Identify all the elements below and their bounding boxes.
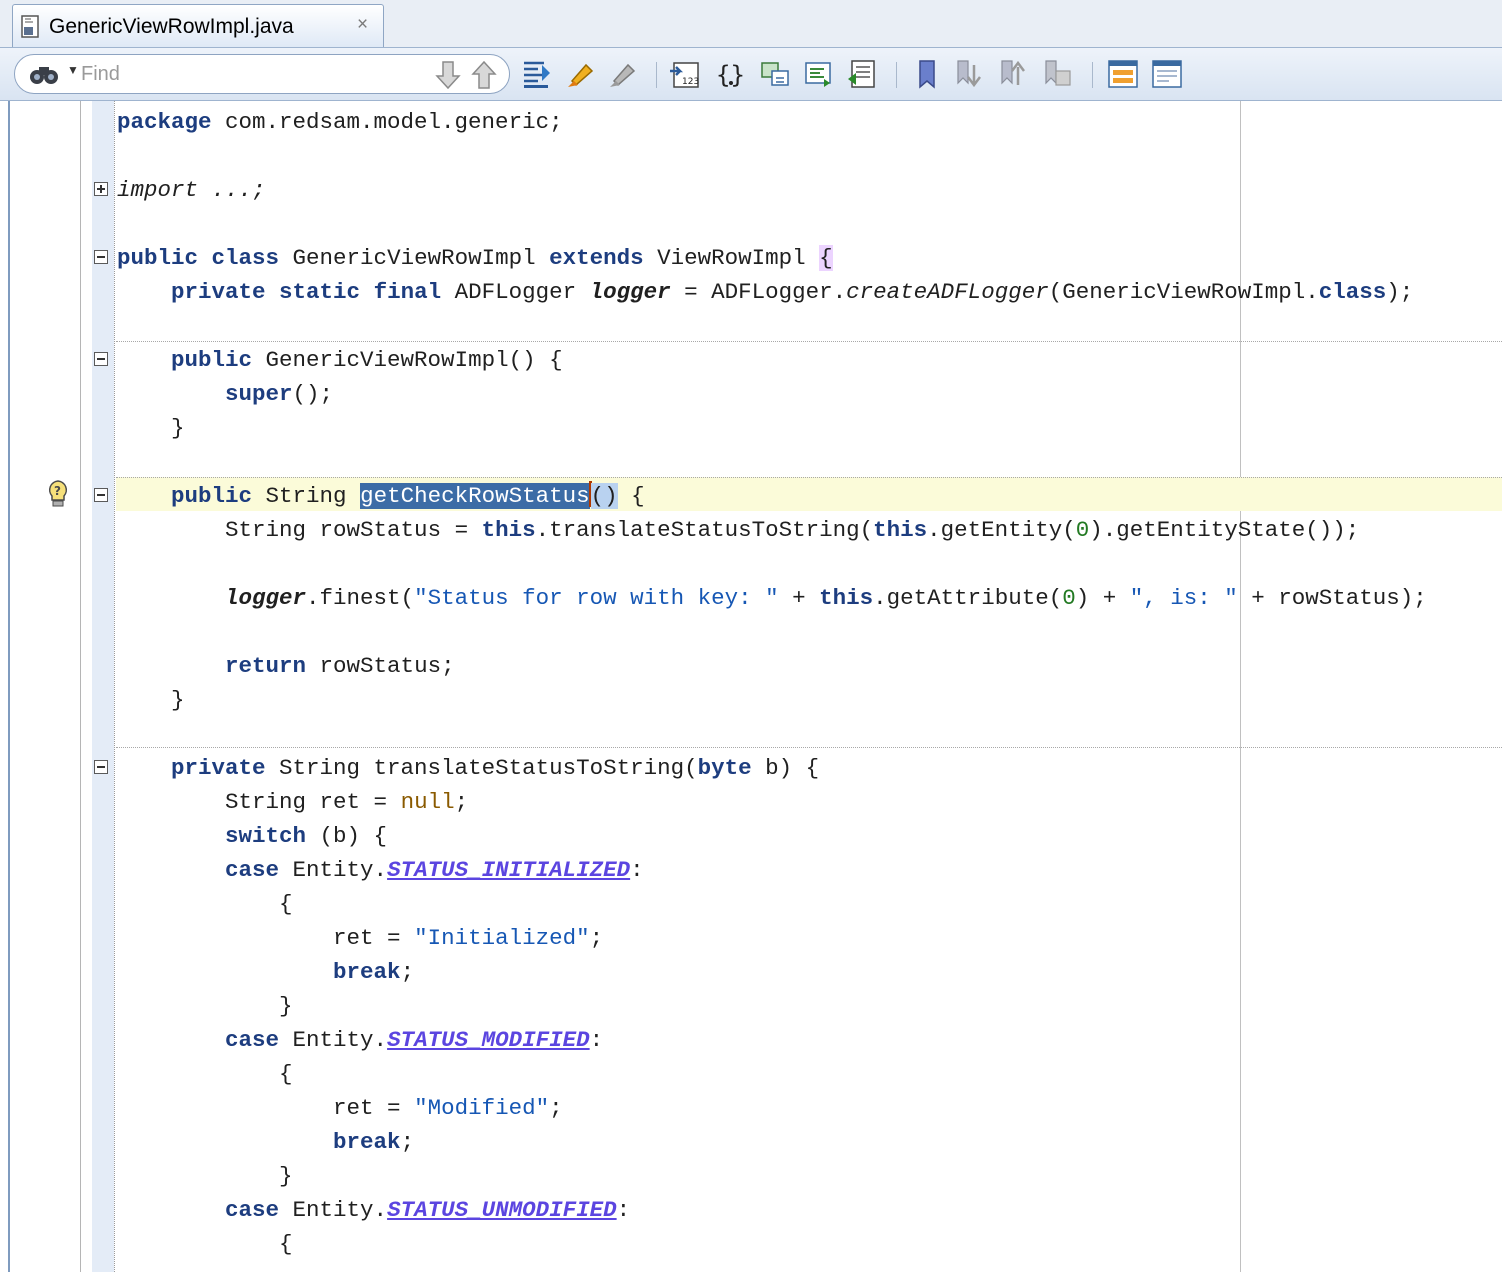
toolbar-separator (896, 62, 897, 88)
code-line-super: super(); (225, 381, 334, 407)
code-line-switch: switch (b) { (225, 823, 388, 849)
code-line-case-modified: case Entity.STATUS_MODIFIED: (225, 1027, 604, 1053)
method-separator (116, 747, 1502, 748)
code-line-class-decl: public class GenericViewRowImpl extends … (117, 245, 833, 271)
next-change-icon[interactable] (802, 57, 836, 91)
toolbar-separator (656, 62, 657, 88)
gutter-divider (80, 101, 81, 1272)
code-line-ctor-decl: public GenericViewRowImpl() { (171, 347, 563, 373)
code-line-open-brace: { (279, 891, 293, 917)
code-line-open-brace: { (279, 1231, 293, 1257)
code-line-getter-decl: public String getCheckRowStatus() { (171, 481, 645, 509)
collapse-translate-icon[interactable] (94, 760, 108, 774)
code-line-translate-decl: private String translateStatusToString(b… (171, 755, 820, 781)
editor-left-border (8, 101, 10, 1272)
code-line-case-unmodified: case Entity.STATUS_UNMODIFIED: (225, 1197, 631, 1223)
code-line-ret-decl: String ret = null; (225, 789, 469, 815)
code-line-break: break; (333, 959, 415, 985)
code-line-case-initialized: case Entity.STATUS_INITIALIZED: (225, 857, 644, 883)
brace-match-icon[interactable]: {} (714, 57, 748, 91)
code-editor[interactable]: ? package com.redsam.model.generic; impo… (0, 101, 1502, 1272)
method-separator (116, 341, 1502, 342)
goto-last-edit-icon[interactable] (846, 57, 880, 91)
clear-highlight-icon[interactable] (606, 57, 640, 91)
fold-guide (114, 101, 115, 1272)
bookmark-icon[interactable] (910, 57, 944, 91)
find-options-dropdown-icon[interactable]: ▼ (67, 63, 79, 77)
next-bookmark-icon[interactable] (952, 57, 986, 91)
highlight-occurrences-icon[interactable] (520, 57, 554, 91)
code-line-import: import ...; (117, 177, 266, 203)
clear-bookmarks-icon[interactable] (1040, 57, 1074, 91)
editor-toolbar: ▼ 123 {} (0, 48, 1502, 101)
code-line-logger-call: logger.finest("Status for row with key: … (225, 585, 1427, 611)
code-line-open-brace: { (279, 1061, 293, 1087)
collapse-getter-icon[interactable] (94, 488, 108, 502)
fold-column (92, 101, 114, 1272)
code-line-close-brace: } (171, 687, 185, 713)
collapse-class-icon[interactable] (94, 250, 108, 264)
code-line-break: break; (333, 1129, 415, 1155)
code-line-close-brace: } (279, 1163, 293, 1189)
previous-bookmark-icon[interactable] (996, 57, 1030, 91)
split-editor-icon[interactable] (1106, 57, 1140, 91)
highlight-icon[interactable] (564, 57, 598, 91)
code-line-package: package com.redsam.model.generic; (117, 109, 563, 135)
binoculars-icon[interactable] (29, 63, 59, 85)
editor-tab-strip: GenericViewRowImpl.java × (0, 0, 1502, 48)
find-input[interactable] (81, 61, 431, 87)
expand-import-icon[interactable] (94, 182, 108, 196)
method-separator (116, 477, 1502, 478)
java-file-icon (21, 15, 39, 38)
collapse-constructor-icon[interactable] (94, 352, 108, 366)
code-line-return: return rowStatus; (225, 653, 455, 679)
lightbulb-icon[interactable]: ? (46, 479, 70, 509)
code-line-ret-modified: ret = "Modified"; (333, 1095, 563, 1121)
find-box: ▼ (14, 54, 510, 94)
find-previous-icon[interactable] (471, 60, 497, 90)
code-line-ret-initialized: ret = "Initialized"; (333, 925, 604, 951)
tab-title: GenericViewRowImpl.java (49, 15, 294, 38)
code-line-rowstatus: String rowStatus = this.translateStatusT… (225, 517, 1360, 543)
properties-icon[interactable] (1150, 57, 1184, 91)
svg-text:?: ? (54, 484, 61, 498)
code-line-close-brace: } (171, 415, 185, 441)
code-line-close-brace: } (279, 993, 293, 1019)
previous-change-icon[interactable] (758, 57, 792, 91)
toolbar-separator (1092, 62, 1093, 88)
code-line-logger-decl: private static final ADFLogger logger = … (171, 279, 1414, 305)
find-next-icon[interactable] (435, 60, 461, 90)
tab-genericviewrowimpl[interactable]: GenericViewRowImpl.java × (12, 4, 384, 47)
goto-line-icon[interactable]: 123 (668, 57, 702, 91)
selected-text[interactable]: getCheckRowStatus (360, 483, 590, 509)
close-tab-icon[interactable]: × (357, 14, 368, 36)
svg-text:123: 123 (682, 77, 699, 87)
